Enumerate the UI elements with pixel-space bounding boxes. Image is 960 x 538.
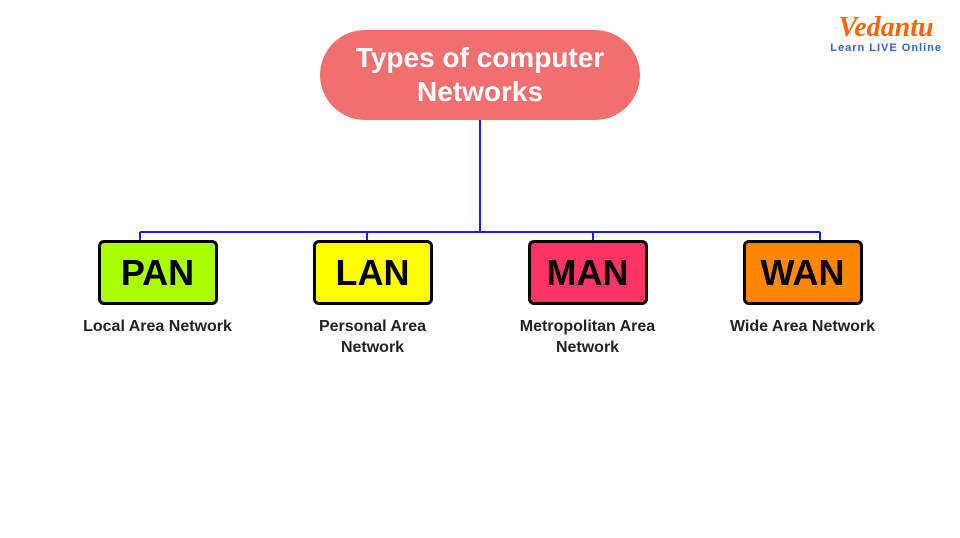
child-item-man: MAN Metropolitan Area Network [510,240,665,359]
root-node: Types of computer Networks [320,30,640,120]
diagram-container: Vedantu Learn LIVE Online Types of compu… [0,0,960,538]
man-acronym: MAN [547,252,629,294]
vedantu-logo: Vedantu Learn LIVE Online [830,12,942,54]
pan-box: PAN [98,240,218,305]
wan-acronym: WAN [761,252,845,294]
vedantu-name: Vedantu [839,12,934,44]
pan-label: Local Area Network [83,317,232,338]
child-item-lan: LAN Personal Area Network [295,240,450,359]
man-box: MAN [528,240,648,305]
lan-box: LAN [313,240,433,305]
lan-acronym: LAN [336,252,410,294]
child-item-pan: PAN Local Area Network [80,240,235,338]
wan-label: Wide Area Network [730,317,875,338]
wan-box: WAN [743,240,863,305]
child-item-wan: WAN Wide Area Network [725,240,880,338]
lan-label: Personal Area Network [295,317,450,359]
pan-acronym: PAN [121,252,194,294]
children-row: PAN Local Area Network LAN Personal Area… [80,240,880,359]
root-label: Types of computer Networks [320,41,640,108]
vedantu-tagline: Learn LIVE Online [830,42,942,54]
man-label: Metropolitan Area Network [510,317,665,359]
